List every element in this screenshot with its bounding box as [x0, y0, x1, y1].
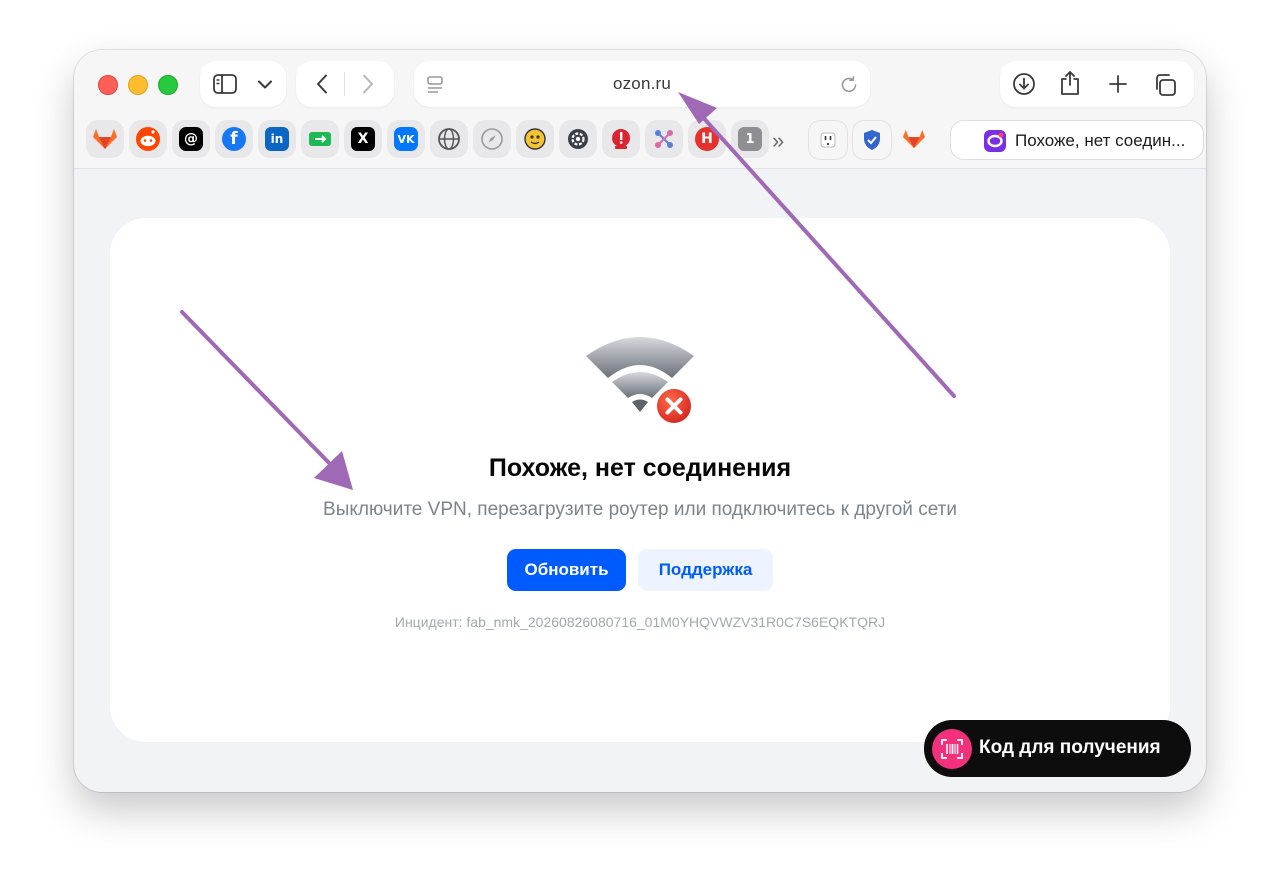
network-icon	[655, 130, 673, 148]
forward-icon[interactable]	[356, 72, 380, 96]
gear-icon	[568, 129, 588, 149]
reload-icon[interactable]	[838, 74, 860, 96]
refresh-button[interactable]: Обновить	[507, 549, 626, 591]
pinned-tab-shield[interactable]	[852, 120, 892, 160]
share-icon[interactable]	[1058, 70, 1082, 96]
emoji-icon	[524, 128, 546, 150]
favorite-x[interactable]: X	[344, 120, 382, 158]
gitlab-icon	[93, 129, 117, 149]
gitlab-icon	[903, 129, 925, 149]
ozon-favicon-icon	[983, 129, 1007, 153]
pinned-tab-gitlab[interactable]	[895, 120, 933, 158]
no-connection-icon	[580, 328, 700, 424]
threads-icon: @	[179, 127, 203, 151]
zoom-window-button[interactable]	[158, 75, 178, 95]
pinned-tab-plug[interactable]	[808, 120, 848, 160]
error-card: Похоже, нет соединения Выключите VPN, пе…	[110, 218, 1170, 742]
favorite-red-app[interactable]	[602, 120, 640, 158]
favorite-vk[interactable]: VK	[387, 120, 425, 158]
browser-toolbar: ozon.ru @ f in X VK H 1 » Похоже, нет со…	[74, 50, 1206, 169]
url-text: ozon.ru	[612, 74, 672, 93]
favorite-linkedin[interactable]: in	[258, 120, 296, 158]
linkedin-icon: in	[265, 127, 289, 151]
active-tab-title: Похоже, нет соедин...	[1015, 131, 1186, 150]
favorite-globe-app[interactable]	[430, 120, 468, 158]
favorite-reddit[interactable]	[129, 120, 167, 158]
back-icon[interactable]	[310, 72, 334, 96]
vk-icon: VK	[394, 127, 418, 151]
favorite-threads[interactable]: @	[172, 120, 210, 158]
error-heading: Похоже, нет соединения	[488, 454, 792, 482]
favorite-network-app[interactable]	[645, 120, 683, 158]
favorite-settings-app[interactable]	[559, 120, 597, 158]
toolbar-actions	[1000, 61, 1194, 107]
navigation-controls	[296, 61, 394, 107]
error-description: Выключите VPN, перезагрузите роутер или …	[323, 499, 957, 520]
close-window-button[interactable]	[98, 75, 118, 95]
sidebar-toggle-icon[interactable]	[212, 72, 238, 96]
pickup-code-button[interactable]: Код для получения	[924, 720, 1191, 777]
alert-icon	[612, 129, 630, 149]
facebook-icon: f	[222, 127, 246, 151]
download-icon[interactable]	[1012, 72, 1036, 96]
browser-window: ozon.ru @ f in X VK H 1 » Похоже, нет со…	[74, 50, 1206, 792]
favorite-gitlab[interactable]	[86, 120, 124, 158]
shield-icon	[864, 130, 880, 150]
reddit-icon	[136, 127, 160, 151]
compass-icon	[481, 128, 503, 150]
plug-icon	[820, 132, 836, 148]
minimize-window-button[interactable]	[128, 75, 148, 95]
favorite-emoji-app[interactable]	[516, 120, 554, 158]
favorites-bar: @ f in X VK H 1 » Похоже, нет соедин...	[84, 120, 1204, 160]
pickup-code-label: Код для получения	[979, 737, 1161, 758]
globe-icon	[438, 128, 460, 150]
address-bar[interactable]: ozon.ru	[414, 61, 870, 107]
green-app-icon	[309, 132, 331, 146]
favorite-habr[interactable]: H	[688, 120, 726, 158]
favorite-compass-app[interactable]	[473, 120, 511, 158]
favorite-facebook[interactable]: f	[215, 120, 253, 158]
favorite-tab-group[interactable]: 1	[731, 120, 769, 158]
barcode-icon	[932, 729, 972, 769]
x-icon: X	[351, 127, 375, 151]
new-tab-icon[interactable]	[1106, 72, 1130, 96]
active-tab[interactable]: Похоже, нет соедин...	[950, 120, 1204, 160]
favorite-green-app[interactable]	[301, 120, 339, 158]
incident-id: Инцидент: fab_nmk_20260826080716_01M0YHQ…	[394, 614, 886, 630]
nav-divider	[344, 72, 345, 96]
support-button[interactable]: Поддержка	[638, 549, 773, 591]
chevron-down-icon[interactable]	[254, 74, 276, 94]
favorites-overflow-icon[interactable]: »	[772, 128, 784, 154]
habr-icon: H	[695, 127, 719, 151]
tab-overview-icon[interactable]	[1152, 72, 1178, 98]
sidebar-controls	[200, 61, 286, 107]
tab-group-badge: 1	[738, 127, 762, 151]
